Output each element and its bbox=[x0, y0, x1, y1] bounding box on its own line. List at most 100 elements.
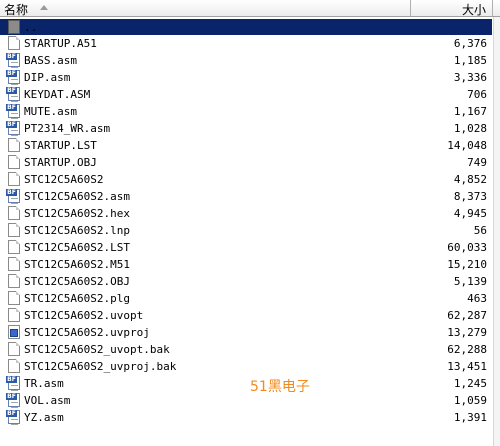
document-icon bbox=[8, 138, 20, 152]
file-row[interactable]: BF VOL.asm 1,059 bbox=[0, 392, 492, 409]
file-name: STC12C5A60S2_uvopt.bak bbox=[24, 343, 170, 356]
file-row[interactable]: STC12C5A60S2.plg 463 bbox=[0, 290, 492, 307]
file-row[interactable]: BF DIP.asm 3,336 bbox=[0, 69, 492, 86]
size-column-header[interactable]: 大小 bbox=[411, 0, 493, 17]
file-size: 1,059 bbox=[453, 394, 487, 407]
bf-badge-label: BF bbox=[6, 87, 17, 94]
file-row[interactable]: .. bbox=[0, 19, 492, 35]
file-size: 62,287 bbox=[447, 309, 487, 322]
column-header-bar: 名称 大小 bbox=[0, 0, 500, 17]
document-icon bbox=[8, 308, 20, 322]
file-size: 4,945 bbox=[453, 207, 487, 220]
file-row[interactable]: BF TR.asm 1,245 bbox=[0, 375, 492, 392]
watermark-text: 51黑电子 bbox=[250, 379, 310, 395]
file-name: STC12C5A60S2.lnp bbox=[24, 224, 130, 237]
file-row[interactable]: BF STC12C5A60S2.asm 8,373 bbox=[0, 188, 492, 205]
document-icon bbox=[8, 342, 20, 356]
file-row[interactable]: STC12C5A60S2_uvproj.bak 13,451 bbox=[0, 358, 492, 375]
file-name: STC12C5A60S2 bbox=[24, 173, 104, 186]
file-row[interactable]: BF KEYDAT.ASM 706 bbox=[0, 86, 492, 103]
file-name: STC12C5A60S2.LST bbox=[24, 241, 130, 254]
bf-badge-label: BF bbox=[6, 53, 17, 60]
file-row[interactable]: STC12C5A60S2.uvopt 62,287 bbox=[0, 307, 492, 324]
file-size: 8,373 bbox=[453, 190, 487, 203]
size-column-label: 大小 bbox=[461, 3, 486, 17]
file-row[interactable]: STARTUP.A51 6,376 bbox=[0, 35, 492, 52]
bf-asm-icon: BF bbox=[6, 104, 20, 119]
file-size: 62,288 bbox=[447, 343, 487, 356]
bf-asm-icon: BF bbox=[6, 53, 20, 68]
bf-asm-icon: BF bbox=[6, 376, 20, 391]
document-icon bbox=[8, 172, 20, 186]
bf-asm-icon: BF bbox=[6, 87, 20, 102]
file-name: YZ.asm bbox=[24, 411, 64, 424]
bf-badge-label: BF bbox=[6, 104, 17, 111]
file-row[interactable]: STC12C5A60S2.lnp 56 bbox=[0, 222, 492, 239]
file-row[interactable]: STC12C5A60S2.OBJ 5,139 bbox=[0, 273, 492, 290]
file-name: STC12C5A60S2.asm bbox=[24, 190, 130, 203]
document-icon bbox=[8, 223, 20, 237]
bf-asm-icon: BF bbox=[6, 70, 20, 85]
file-row[interactable]: STC12C5A60S2.uvproj 13,279 bbox=[0, 324, 492, 341]
bf-asm-icon: BF bbox=[6, 189, 20, 204]
document-icon bbox=[8, 274, 20, 288]
file-name: STC12C5A60S2.hex bbox=[24, 207, 130, 220]
file-size: 1,167 bbox=[453, 105, 487, 118]
file-size: 1,185 bbox=[453, 54, 487, 67]
uvproj-icon bbox=[8, 325, 20, 339]
document-icon bbox=[8, 359, 20, 373]
document-icon bbox=[8, 36, 20, 50]
file-size: 463 bbox=[467, 292, 487, 305]
name-column-label: 名称 bbox=[4, 3, 29, 17]
file-name: STC12C5A60S2.M51 bbox=[24, 258, 130, 271]
file-size: 4,852 bbox=[453, 173, 487, 186]
file-row[interactable]: STC12C5A60S2.M51 15,210 bbox=[0, 256, 492, 273]
bf-badge-label: BF bbox=[6, 121, 17, 128]
file-name: KEYDAT.ASM bbox=[24, 88, 91, 101]
document-icon bbox=[8, 155, 20, 169]
file-row[interactable]: STC12C5A60S2 4,852 bbox=[0, 171, 492, 188]
file-size: 706 bbox=[467, 88, 487, 101]
name-column-header[interactable]: 名称 bbox=[0, 0, 411, 17]
file-name: .. bbox=[24, 21, 38, 34]
file-name: STARTUP.LST bbox=[24, 139, 97, 152]
file-name: TR.asm bbox=[24, 377, 64, 390]
file-row[interactable]: STC12C5A60S2_uvopt.bak 62,288 bbox=[0, 341, 492, 358]
sort-ascending-icon bbox=[40, 5, 48, 10]
file-name: BASS.asm bbox=[24, 54, 77, 67]
file-size: 13,451 bbox=[447, 360, 487, 373]
file-name: VOL.asm bbox=[24, 394, 71, 407]
bf-asm-icon: BF bbox=[6, 410, 20, 425]
document-icon bbox=[8, 257, 20, 271]
file-row[interactable]: STARTUP.OBJ 749 bbox=[0, 154, 492, 171]
file-size: 13,279 bbox=[447, 326, 487, 339]
file-row[interactable]: BF YZ.asm 1,391 bbox=[0, 409, 492, 426]
file-size: 6,376 bbox=[453, 37, 487, 50]
file-row[interactable]: STARTUP.LST 14,048 bbox=[0, 137, 492, 154]
vertical-scrollbar[interactable] bbox=[493, 17, 500, 446]
file-name: STC12C5A60S2.OBJ bbox=[24, 275, 130, 288]
file-size: 1,245 bbox=[453, 377, 487, 390]
folder-up-icon bbox=[8, 20, 20, 34]
file-name: DIP.asm bbox=[24, 71, 71, 84]
bf-asm-icon: BF bbox=[6, 121, 20, 136]
file-name: STC12C5A60S2.plg bbox=[24, 292, 130, 305]
file-size: 15,210 bbox=[447, 258, 487, 271]
document-icon bbox=[8, 240, 20, 254]
file-row[interactable]: STC12C5A60S2.LST 60,033 bbox=[0, 239, 492, 256]
file-name: STARTUP.A51 bbox=[24, 37, 97, 50]
file-name: STC12C5A60S2.uvopt bbox=[24, 309, 144, 322]
file-name: MUTE.asm bbox=[24, 105, 77, 118]
file-row[interactable]: BF PT2314_WR.asm 1,028 bbox=[0, 120, 492, 137]
file-row[interactable]: BF BASS.asm 1,185 bbox=[0, 52, 492, 69]
file-row[interactable]: BF MUTE.asm 1,167 bbox=[0, 103, 492, 120]
file-size: 5,139 bbox=[453, 275, 487, 288]
file-size: 14,048 bbox=[447, 139, 487, 152]
file-size: 749 bbox=[467, 156, 487, 169]
document-icon bbox=[8, 291, 20, 305]
file-list: .. STARTUP.A51 6,376 BF BASS.asm 1,185 BF DIP.a… bbox=[0, 19, 500, 426]
document-icon bbox=[8, 206, 20, 220]
bf-badge-label: BF bbox=[6, 376, 17, 383]
file-row[interactable]: STC12C5A60S2.hex 4,945 bbox=[0, 205, 492, 222]
file-size: 60,033 bbox=[447, 241, 487, 254]
